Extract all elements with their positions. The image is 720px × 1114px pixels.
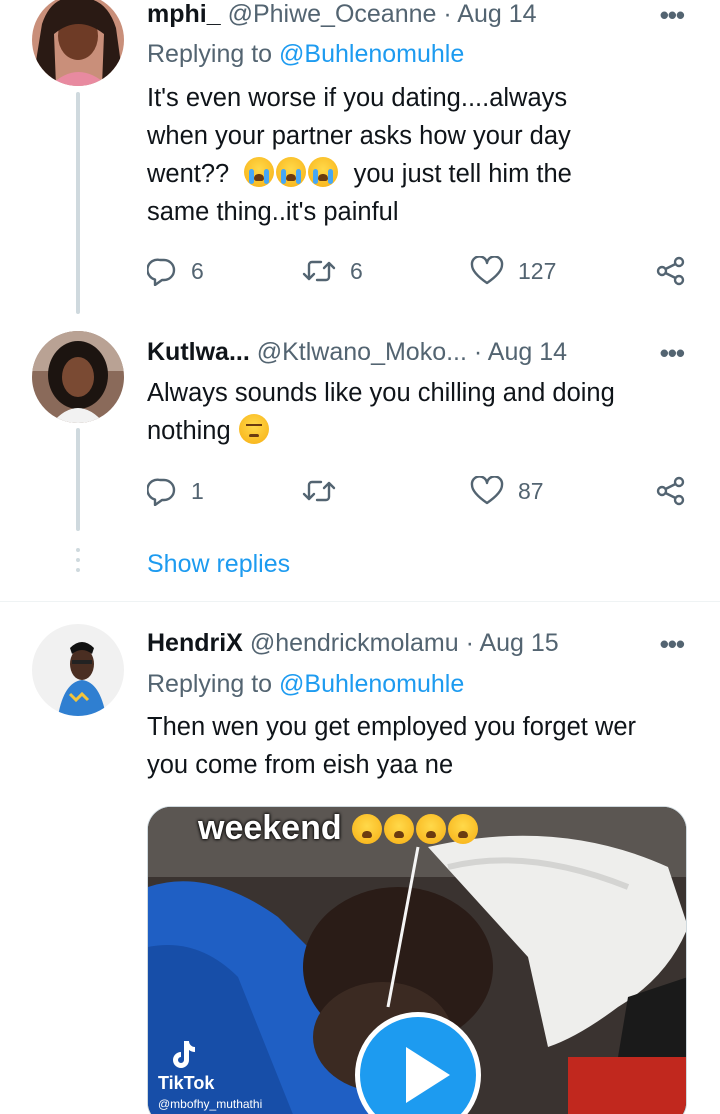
thread-dots (76, 548, 80, 578)
replying-label: Replying to (147, 40, 280, 68)
like-button[interactable]: 87 (470, 474, 544, 508)
retweet-count: 6 (350, 257, 363, 284)
tweet-text-line: you come from eish yaa ne (147, 751, 454, 779)
reply-button[interactable]: 1 (147, 474, 204, 508)
more-icon[interactable]: ••• (660, 338, 685, 369)
display-name[interactable]: Kutlwa... (147, 338, 250, 366)
avatar[interactable] (32, 331, 124, 423)
tweet-text-fragment: you just tell him the (353, 160, 572, 188)
tweet-header: Kutlwa... @Ktlwano_Moko... · Aug 14 (147, 338, 567, 367)
reply-count: 6 (191, 257, 204, 284)
video-caption: weekend (198, 809, 479, 848)
avatar[interactable] (32, 0, 124, 86)
tweet-text-line: Then wen you get employed you forget wer (147, 713, 637, 741)
replying-handle-link[interactable]: @Buhlenomuhle (279, 40, 464, 68)
replying-handle-link[interactable]: @Buhlenomuhle (279, 670, 464, 698)
retweet-button[interactable] (302, 474, 350, 508)
replying-to: Replying to @Buhlenomuhle (147, 40, 464, 69)
tweet-text-line: went?? you just tell him the (147, 155, 687, 193)
reply-button[interactable]: 6 (147, 254, 204, 288)
tweet-date[interactable]: · Aug 15 (466, 629, 559, 657)
pensive-face-icon (238, 414, 269, 444)
divider (0, 601, 720, 602)
retweet-icon (302, 480, 336, 502)
user-handle[interactable]: @Phiwe_Oceanne (228, 0, 437, 28)
loudly-crying-face-icon (276, 157, 307, 187)
retweet-icon (302, 260, 336, 282)
share-button[interactable] (655, 474, 687, 508)
tweet-actions: 1 87 (147, 474, 692, 508)
like-count: 87 (518, 477, 544, 504)
user-handle[interactable]: @Ktlwano_Moko... (257, 338, 467, 366)
reply-icon (147, 478, 176, 506)
more-icon[interactable]: ••• (660, 0, 685, 31)
rolling-on-floor-laughing-icon (448, 814, 479, 844)
caption-text: weekend (198, 809, 342, 847)
tweet-date[interactable]: · Aug 14 (443, 0, 536, 28)
like-icon (470, 256, 504, 285)
share-icon (656, 476, 685, 506)
tiktok-logo-icon (173, 1041, 195, 1068)
display-name[interactable]: HendriX (147, 629, 243, 657)
thread-line (76, 92, 80, 314)
tweet-header: mphi_ @Phiwe_Oceanne · Aug 14 (147, 0, 537, 29)
tweet-text-line: It's even worse if you dating....always (147, 84, 568, 112)
tiktok-watermark: TikTok (158, 1073, 215, 1093)
show-replies-link[interactable]: Show replies (147, 550, 290, 579)
tweet-text: Always sounds like you chilling and doin… (147, 374, 687, 450)
replying-to: Replying to @Buhlenomuhle (147, 670, 464, 699)
display-name[interactable]: mphi_ (147, 0, 221, 28)
tweet-actions: 6 6 127 (147, 254, 692, 288)
loudly-crying-face-icon (308, 157, 339, 187)
rolling-on-floor-laughing-icon (416, 814, 447, 844)
tweet-text-line: nothing (147, 412, 687, 450)
reply-icon (147, 258, 176, 286)
reply-count: 1 (191, 477, 204, 504)
like-count: 127 (518, 257, 557, 284)
rolling-on-floor-laughing-icon (352, 814, 383, 844)
replying-label: Replying to (147, 670, 280, 698)
rolling-on-floor-laughing-icon (384, 814, 415, 844)
video-thumbnail[interactable]: weekend TikTok @mbofhy_muthathi (147, 806, 687, 1114)
like-icon (470, 476, 504, 505)
tweet-text-line: when your partner asks how your day (147, 122, 571, 150)
tiktok-username: @mbofhy_muthathi (158, 1097, 263, 1111)
tweet-date[interactable]: · Aug 14 (474, 338, 567, 366)
tweet-text-fragment: went?? (147, 160, 230, 188)
share-icon (656, 256, 685, 286)
share-button[interactable] (655, 254, 687, 288)
more-icon[interactable]: ••• (660, 629, 685, 660)
tweet-header: HendriX @hendrickmolamu · Aug 15 (147, 629, 559, 658)
tweet-text-line: Always sounds like you chilling and doin… (147, 379, 615, 407)
tweet-text: It's even worse if you dating....always … (147, 79, 687, 231)
avatar[interactable] (32, 624, 124, 716)
like-button[interactable]: 127 (470, 254, 556, 288)
tweet-text: Then wen you get employed you forget wer… (147, 708, 687, 784)
tweet-text-line: same thing..it's painful (147, 198, 399, 226)
loudly-crying-face-icon (244, 157, 275, 187)
retweet-button[interactable]: 6 (302, 254, 363, 288)
user-handle[interactable]: @hendrickmolamu (250, 629, 459, 657)
thread-line (76, 428, 80, 531)
tweet-text-fragment: nothing (147, 417, 231, 445)
